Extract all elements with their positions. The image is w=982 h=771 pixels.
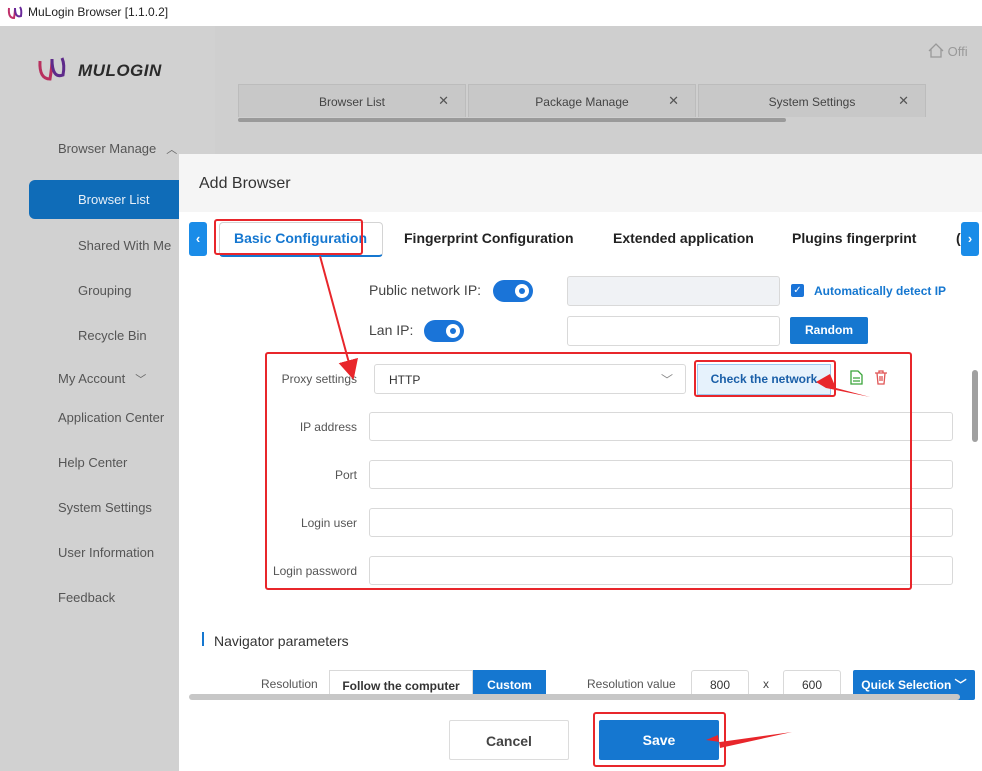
cancel-button[interactable]: Cancel	[449, 720, 569, 760]
brand-name: MULOGIN	[78, 61, 162, 80]
sidebar-user-information[interactable]: User Information	[58, 545, 154, 560]
tabs-scrollbar[interactable]	[238, 118, 786, 122]
chevron-down-icon: ﹀	[135, 374, 147, 386]
random-button[interactable]: Random	[790, 317, 868, 344]
sidebar-item-recycle-bin[interactable]: Recycle Bin	[78, 328, 147, 343]
auto-detect-checkbox[interactable]: ✓	[791, 284, 804, 297]
tab-label: Browser List	[318, 95, 386, 109]
tab-package-manage[interactable]: Package Manage ✕	[468, 84, 696, 117]
highlight-check-network	[694, 360, 836, 397]
highlight-basic-config	[214, 219, 363, 255]
close-icon[interactable]: ✕	[668, 93, 679, 109]
resolution-value-label: Resolution value	[587, 677, 676, 691]
dialog-header: Add Browser	[179, 154, 982, 212]
mulogin-logo-icon	[7, 6, 23, 20]
vertical-scrollbar[interactable]	[972, 370, 978, 442]
title-bar: MuLogin Browser [1.1.0.2]	[0, 0, 982, 26]
sidebar-system-settings[interactable]: System Settings	[58, 500, 152, 515]
sidebar-feedback[interactable]: Feedback	[58, 590, 115, 605]
tabs-prev-button[interactable]: ‹	[189, 222, 207, 256]
window-title: MuLogin Browser [1.1.0.2]	[28, 5, 169, 19]
chevron-left-icon: ‹	[195, 231, 201, 246]
tab-browser-list[interactable]: Browser List ✕	[238, 84, 466, 117]
home-icon	[928, 43, 944, 58]
auto-detect-label: Automatically detect IP	[814, 284, 947, 298]
close-icon[interactable]: ✕	[898, 93, 909, 109]
home-link-label: Offi	[947, 44, 968, 59]
lan-ip-toggle[interactable]	[424, 320, 464, 342]
tab-system-settings[interactable]: System Settings ✕	[698, 84, 926, 117]
tab-more[interactable]: (	[956, 230, 961, 246]
resolution-label: Resolution	[261, 677, 318, 691]
close-icon[interactable]: ✕	[438, 93, 449, 109]
chevron-right-icon: ›	[967, 231, 973, 246]
home-link[interactable]: Offi	[928, 43, 968, 59]
sidebar-application-center[interactable]: Application Center	[58, 410, 164, 425]
horizontal-scrollbar[interactable]	[189, 694, 960, 700]
tabs-next-button[interactable]: ›	[961, 222, 979, 256]
tab-label: System Settings	[768, 95, 856, 109]
tab-plugins-fingerprint[interactable]: Plugins fingerprint	[792, 230, 916, 246]
my-account-label: My Account	[58, 371, 126, 386]
chevron-up-icon: ︿	[166, 144, 178, 156]
highlight-save	[593, 712, 726, 767]
chevron-down-icon: ﹀	[954, 678, 967, 692]
quick-selection-label: Quick Selection	[861, 678, 952, 692]
sidebar-item-label: Browser List	[78, 192, 150, 207]
navigator-section-title: Navigator parameters	[214, 633, 349, 649]
sidebar-item-shared-with-me[interactable]: Shared With Me	[78, 238, 171, 253]
dialog-title: Add Browser	[199, 175, 291, 192]
browser-manage-label: Browser Manage	[58, 141, 157, 156]
times-separator: x	[763, 677, 769, 691]
sidebar-my-account[interactable]: My Account ﹀	[58, 371, 146, 387]
public-ip-input[interactable]	[567, 276, 780, 306]
sidebar-help-center[interactable]: Help Center	[58, 455, 127, 470]
sidebar-item-grouping[interactable]: Grouping	[78, 283, 131, 298]
lan-ip-input[interactable]	[567, 316, 780, 346]
public-ip-toggle[interactable]	[493, 280, 533, 302]
lan-ip-label: Lan IP:	[369, 322, 414, 338]
public-ip-label: Public network IP:	[369, 282, 482, 298]
tab-fingerprint-configuration[interactable]: Fingerprint Configuration	[404, 230, 574, 246]
mulogin-brand-icon	[38, 57, 66, 81]
tab-extended-application[interactable]: Extended application	[613, 230, 754, 246]
tab-label: Package Manage	[535, 95, 629, 109]
section-accent-bar	[202, 632, 204, 646]
sidebar-browser-manage[interactable]: Browser Manage ︿	[58, 141, 177, 157]
